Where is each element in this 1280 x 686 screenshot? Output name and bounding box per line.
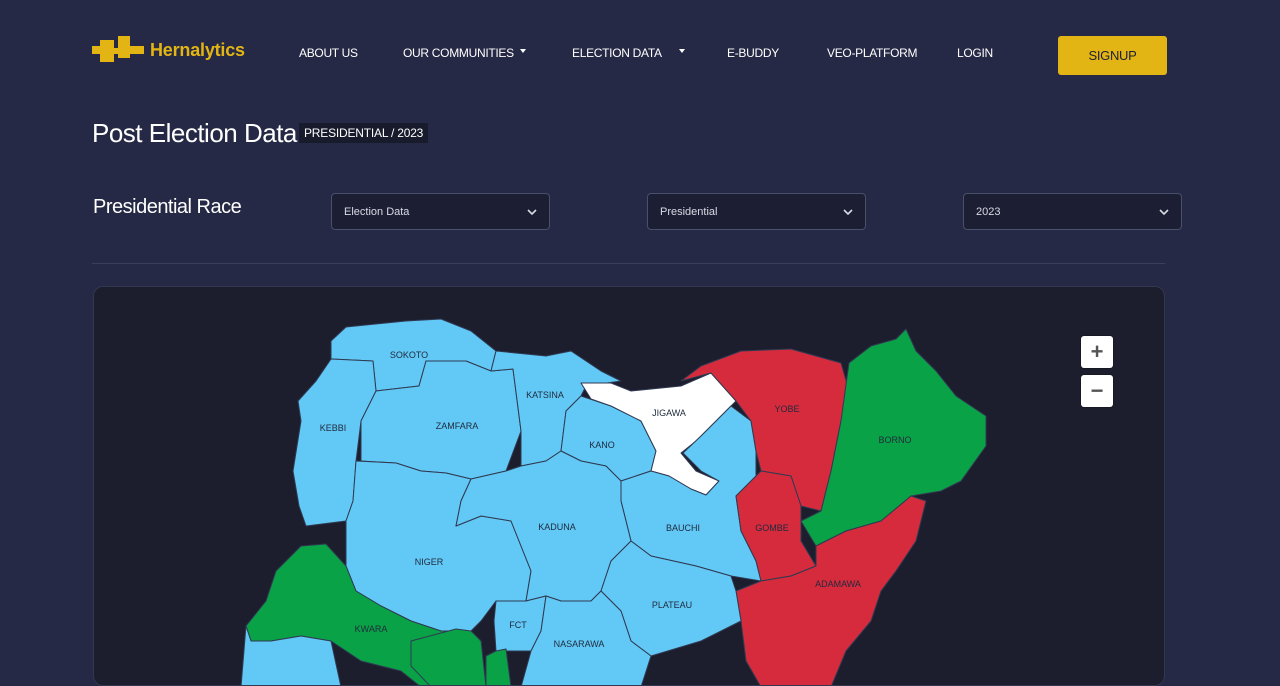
category-select[interactable]: Election Data bbox=[331, 193, 550, 230]
state-kogi[interactable] bbox=[485, 648, 512, 686]
label-sokoto: SOKOTO bbox=[390, 350, 428, 360]
chevron-down-icon bbox=[527, 208, 537, 215]
nav-election-data[interactable]: ELECTION DATA bbox=[572, 46, 662, 60]
chevron-down-icon bbox=[1159, 208, 1169, 215]
signup-button[interactable]: SIGNUP bbox=[1058, 36, 1167, 75]
title-badge: PRESIDENTIAL / 2023 bbox=[299, 123, 429, 143]
map-container[interactable]: SOKOTO KEBBI ZAMFARA KATSINA JIGAWA KANO… bbox=[93, 286, 1165, 686]
nav-e-buddy[interactable]: E-BUDDY bbox=[727, 46, 779, 60]
label-zamfara: ZAMFARA bbox=[436, 421, 479, 431]
year-select-value: 2023 bbox=[976, 205, 1001, 218]
section-divider bbox=[92, 263, 1165, 264]
election-type-select-value: Presidential bbox=[660, 205, 718, 218]
category-select-value: Election Data bbox=[344, 205, 410, 218]
nav-veo-platform[interactable]: VEO-PLATFORM bbox=[827, 46, 917, 60]
state-kogi-lower[interactable] bbox=[410, 628, 487, 686]
label-bauchi: BAUCHI bbox=[666, 523, 700, 533]
label-jigawa: JIGAWA bbox=[652, 408, 686, 418]
label-yobe: YOBE bbox=[774, 404, 799, 414]
label-adamawa: ADAMAWA bbox=[815, 579, 861, 589]
brand-name: Hernalytics bbox=[150, 39, 245, 60]
label-plateau: PLATEAU bbox=[652, 600, 692, 610]
zoom-out-button[interactable]: − bbox=[1081, 375, 1113, 407]
label-gombe: GOMBE bbox=[755, 523, 789, 533]
label-niger: NIGER bbox=[415, 557, 444, 567]
label-nasarawa: NASARAWA bbox=[554, 639, 605, 649]
nav-about-us[interactable]: ABOUT US bbox=[299, 46, 358, 60]
election-type-select[interactable]: Presidential bbox=[647, 193, 866, 230]
label-katsina: KATSINA bbox=[526, 390, 564, 400]
section-title: Presidential Race bbox=[93, 196, 242, 218]
nav-our-communities[interactable]: OUR COMMUNITIES bbox=[403, 46, 514, 60]
zoom-in-button[interactable]: + bbox=[1081, 336, 1113, 368]
label-borno: BORNO bbox=[878, 435, 911, 445]
label-kebbi: KEBBI bbox=[320, 423, 347, 433]
page-title: Post Election Data bbox=[92, 118, 297, 148]
logo-icon bbox=[92, 36, 144, 62]
nigeria-map[interactable]: SOKOTO KEBBI ZAMFARA KATSINA JIGAWA KANO… bbox=[94, 287, 1165, 686]
chevron-down-icon[interactable] bbox=[520, 49, 526, 53]
year-select[interactable]: 2023 bbox=[963, 193, 1182, 230]
chevron-down-icon bbox=[843, 208, 853, 215]
label-kwara: KWARA bbox=[355, 624, 388, 634]
label-fct: FCT bbox=[509, 620, 527, 630]
label-kaduna: KADUNA bbox=[538, 522, 576, 532]
chevron-down-icon[interactable] bbox=[679, 49, 685, 53]
brand-logo[interactable]: Hernalytics bbox=[92, 36, 245, 64]
label-kano: KANO bbox=[589, 440, 615, 450]
nav-login[interactable]: LOGIN bbox=[957, 46, 993, 60]
